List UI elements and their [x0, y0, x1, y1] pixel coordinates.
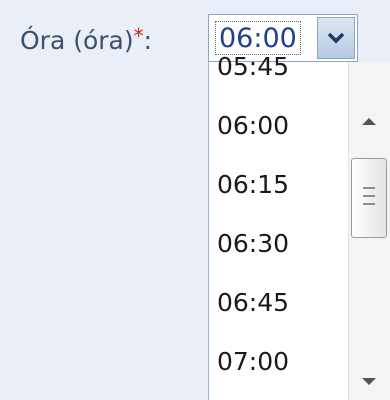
scroll-down-arrow-icon[interactable]: [362, 378, 376, 385]
scroll-thumb[interactable]: [351, 158, 387, 238]
hour-label-text: Óra (óra): [20, 26, 134, 55]
options-scrollbar[interactable]: [348, 62, 390, 400]
option-0700[interactable]: 07:00: [217, 347, 289, 376]
hour-dropdown-button[interactable]: [317, 17, 355, 59]
chevron-down-icon: [327, 32, 345, 44]
label-colon: :: [143, 26, 153, 55]
grip-icon: [363, 195, 375, 197]
hour-field-label: Óra (óra)*:: [20, 24, 153, 55]
option-0630[interactable]: 06:30: [217, 229, 289, 258]
option-0600[interactable]: 06:00: [217, 111, 289, 140]
hour-selected-value[interactable]: 06:00: [215, 21, 301, 55]
option-0545[interactable]: 05:45: [217, 52, 289, 81]
grip-icon: [363, 187, 375, 189]
option-0645[interactable]: 06:45: [217, 288, 289, 317]
scroll-up-arrow-icon[interactable]: [362, 118, 376, 125]
option-0615[interactable]: 06:15: [217, 170, 289, 199]
grip-icon: [363, 203, 375, 205]
required-asterisk: *: [133, 24, 144, 48]
form-row-hour: Óra (óra)*: 06:00 05:45 06:00 06:15 06:3…: [0, 0, 390, 400]
